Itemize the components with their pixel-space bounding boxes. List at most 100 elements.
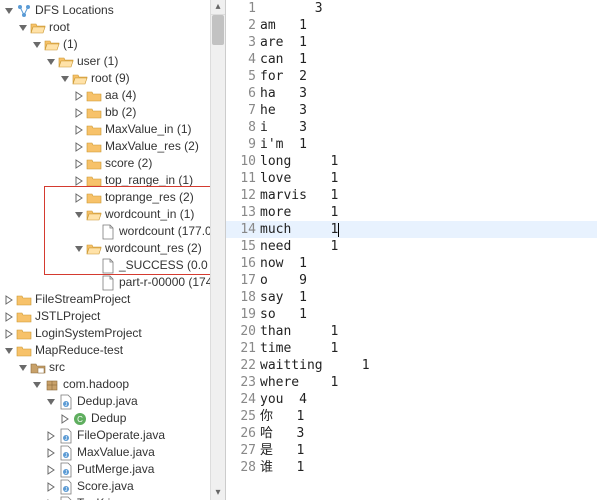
editor-line[interactable]: 27是 1 (226, 442, 597, 459)
editor-line[interactable]: 25你 1 (226, 408, 597, 425)
editor-line[interactable]: 6ha 3 (226, 85, 597, 102)
line-content: you 4 (260, 391, 307, 408)
folder-wordcount-in[interactable]: wordcount_in (1) (2, 206, 225, 223)
twisty-icon[interactable] (72, 123, 86, 137)
editor-line[interactable]: 15need 1 (226, 238, 597, 255)
twisty-icon[interactable] (30, 378, 44, 392)
file-success[interactable]: _SUCCESS (0.0 b, r2) (2, 257, 225, 274)
editor-line[interactable]: 12marvis 1 (226, 187, 597, 204)
folder-icon (86, 173, 102, 189)
editor-line[interactable]: 16now 1 (226, 255, 597, 272)
file-wordcount[interactable]: wordcount (177.0 b, r2) (2, 223, 225, 240)
twisty-icon[interactable] (44, 480, 58, 494)
java-maxvalue[interactable]: JMaxValue.java (2, 444, 225, 461)
editor-line[interactable]: 24you 4 (226, 391, 597, 408)
editor-line[interactable]: 2am 1 (226, 17, 597, 34)
folder-root9[interactable]: root (9) (2, 70, 225, 87)
scroll-up-arrow[interactable]: ▴ (211, 0, 225, 15)
project-login[interactable]: LoginSystemProject (2, 325, 225, 342)
twisty-icon[interactable] (44, 463, 58, 477)
editor-line[interactable]: 23where 1 (226, 374, 597, 391)
file-part-r-00000[interactable]: part-r-00000 (174.0 b, r2) (2, 274, 225, 291)
twisty-icon[interactable] (44, 395, 58, 409)
editor-line[interactable]: 26哈 3 (226, 425, 597, 442)
editor-line[interactable]: 4can 1 (226, 51, 597, 68)
dfs-locations[interactable]: DFS Locations (2, 2, 225, 19)
editor-line[interactable]: 19so 1 (226, 306, 597, 323)
twisty-icon[interactable] (2, 293, 16, 307)
folder-toprange-in[interactable]: top_range_in (1) (2, 172, 225, 189)
twisty-icon[interactable] (44, 497, 58, 500)
editor-line[interactable]: 9i'm 1 (226, 136, 597, 153)
class-dedup[interactable]: CDedup (2, 410, 225, 427)
project-icon (16, 309, 32, 325)
twisty-icon[interactable] (58, 412, 72, 426)
twisty-icon[interactable] (58, 72, 72, 86)
folder-user[interactable]: user (1) (2, 53, 225, 70)
tree-view[interactable]: DFS Locationsroot(1)user (1)root (9)aa (… (0, 0, 225, 500)
twisty-icon[interactable] (16, 21, 30, 35)
twisty-icon[interactable] (44, 429, 58, 443)
editor-line[interactable]: 13more 1 (226, 204, 597, 221)
editor-line[interactable]: 20than 1 (226, 323, 597, 340)
twisty-icon[interactable] (72, 157, 86, 171)
editor-line[interactable]: 10long 1 (226, 153, 597, 170)
twisty-icon[interactable] (72, 174, 86, 188)
editor-line[interactable]: 17o 9 (226, 272, 597, 289)
java-topk[interactable]: JTopK.java (2, 495, 225, 500)
line-number: 10 (226, 153, 260, 170)
scroll-thumb[interactable] (212, 15, 224, 45)
folder-icon (86, 105, 102, 121)
twisty-icon[interactable] (16, 361, 30, 375)
editor-line[interactable]: 28谁 1 (226, 459, 597, 476)
folder-maxvalue-in[interactable]: MaxValue_in (1) (2, 121, 225, 138)
editor-line[interactable]: 5for 2 (226, 68, 597, 85)
tree-scrollbar[interactable]: ▴ ▾ (210, 0, 225, 500)
project-icon (16, 292, 32, 308)
editor-line[interactable]: 1 3 (226, 0, 597, 17)
editor-line[interactable]: 18say 1 (226, 289, 597, 306)
twisty-icon[interactable] (44, 446, 58, 460)
folder-root[interactable]: root (2, 19, 225, 36)
folder-maxvalue-res[interactable]: MaxValue_res (2) (2, 138, 225, 155)
twisty-icon[interactable] (72, 208, 86, 222)
editor-line[interactable]: 3are 1 (226, 34, 597, 51)
src-folder[interactable]: src (2, 359, 225, 376)
editor-line[interactable]: 14much 1 (226, 221, 597, 238)
line-content: i 3 (260, 119, 307, 136)
twisty-icon[interactable] (72, 106, 86, 120)
folder-bb[interactable]: bb (2) (2, 104, 225, 121)
editor-line[interactable]: 21time 1 (226, 340, 597, 357)
twisty-icon[interactable] (44, 55, 58, 69)
twisty-icon[interactable] (2, 344, 16, 358)
folder-aa[interactable]: aa (4) (2, 87, 225, 104)
folder-score[interactable]: score (2) (2, 155, 225, 172)
twisty-icon[interactable] (72, 242, 86, 256)
scroll-down-arrow[interactable]: ▾ (211, 486, 225, 500)
project-filestream[interactable]: FileStreamProject (2, 291, 225, 308)
project-mapreduce[interactable]: MapReduce-test (2, 342, 225, 359)
java-dedup[interactable]: JDedup.java (2, 393, 225, 410)
editor-line[interactable]: 8i 3 (226, 119, 597, 136)
twisty-icon[interactable] (2, 327, 16, 341)
twisty-icon[interactable] (30, 38, 44, 52)
folder-wordcount-res[interactable]: wordcount_res (2) (2, 240, 225, 257)
java-fileoperate[interactable]: JFileOperate.java (2, 427, 225, 444)
editor-line[interactable]: 11love 1 (226, 170, 597, 187)
line-number: 23 (226, 374, 260, 391)
twisty-icon[interactable] (72, 89, 86, 103)
folder-toprange-res[interactable]: toprange_res (2) (2, 189, 225, 206)
twisty-icon[interactable] (2, 310, 16, 324)
twisty-icon[interactable] (72, 140, 86, 154)
text-editor[interactable]: 1 32am 13are 14can 15for 26ha 37he 38i 3… (226, 0, 597, 500)
src-icon (30, 360, 46, 376)
editor-line[interactable]: 22waitting 1 (226, 357, 597, 374)
folder-(1)[interactable]: (1) (2, 36, 225, 53)
java-score[interactable]: JScore.java (2, 478, 225, 495)
project-jstl[interactable]: JSTLProject (2, 308, 225, 325)
twisty-icon[interactable] (2, 4, 16, 18)
java-putmerge[interactable]: JPutMerge.java (2, 461, 225, 478)
twisty-icon[interactable] (72, 191, 86, 205)
editor-line[interactable]: 7he 3 (226, 102, 597, 119)
package-comhadoop[interactable]: com.hadoop (2, 376, 225, 393)
